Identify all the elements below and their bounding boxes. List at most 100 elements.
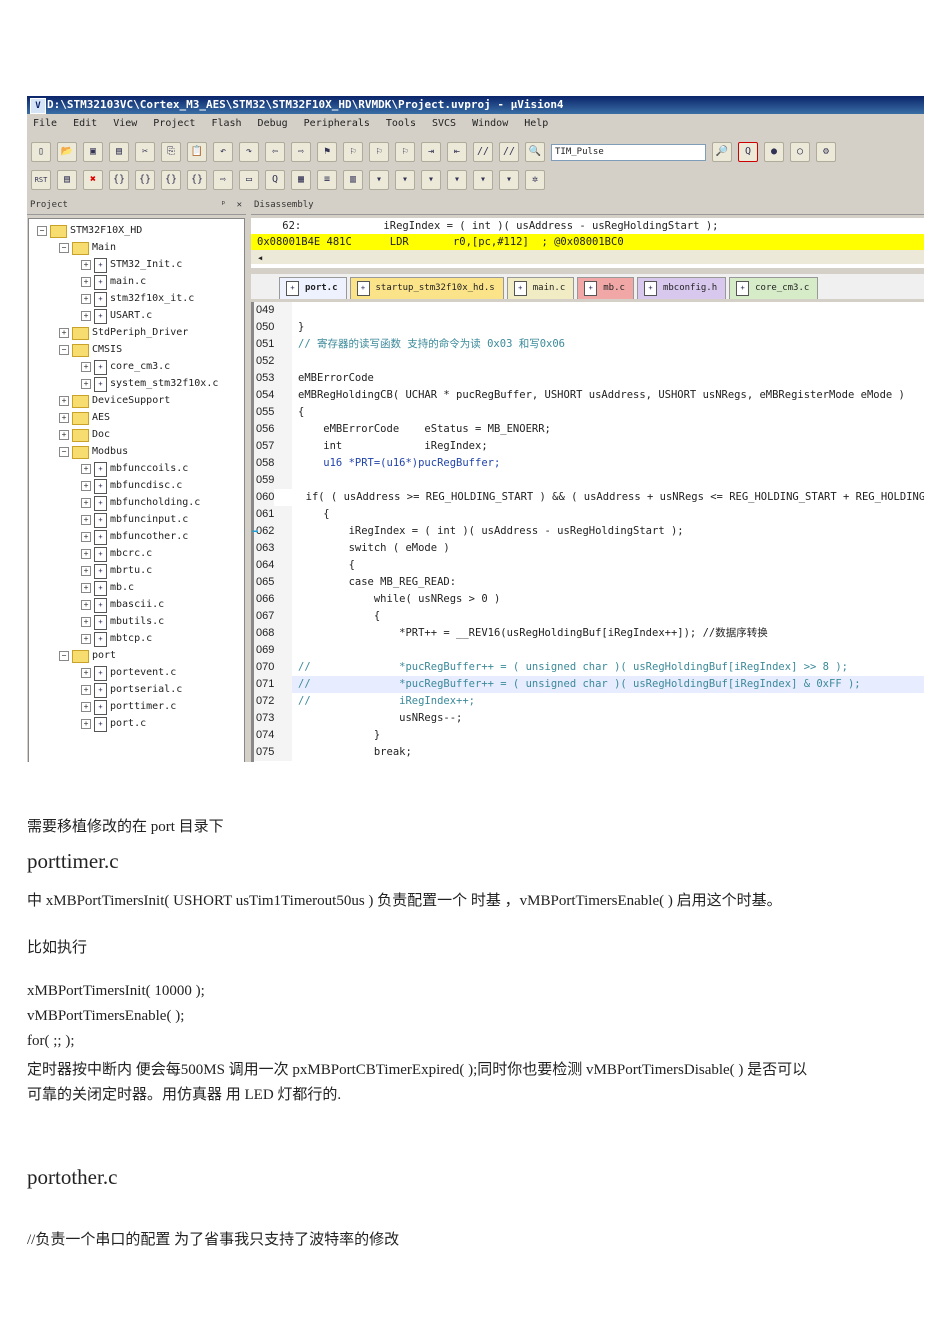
cut-icon[interactable]: ✂ [135,142,155,162]
menu-item-peripherals[interactable]: Peripherals [304,118,370,129]
close-icon[interactable]: ✕ [237,197,242,214]
new-file-icon[interactable]: ▯ [31,142,51,162]
disassembly-window-icon[interactable]: Q [265,170,285,190]
memory-window-icon[interactable]: ▾ [395,170,415,190]
tree-item[interactable]: + + core_cm3.c [81,359,170,375]
tab-mb-c[interactable]: + mb.c [577,277,634,299]
tree-item[interactable]: + + mbutils.c [81,614,164,630]
collapse-icon[interactable]: − [59,651,69,661]
step-into-icon[interactable]: {} [109,170,129,190]
tree-item[interactable]: + + STM32_Init.c [81,257,182,273]
breakpoint-icon[interactable]: ● [764,142,784,162]
uncomment-icon[interactable]: // [499,142,519,162]
expand-icon[interactable]: + [81,464,91,474]
tree-item[interactable]: − CMSIS [59,342,122,358]
comment-icon[interactable]: // [473,142,493,162]
watch-window-icon[interactable]: ▾ [369,170,389,190]
tree-item[interactable]: + + porttimer.c [81,699,176,715]
tree-item[interactable]: + + portserial.c [81,682,182,698]
next-bookmark-icon[interactable]: ⚐ [369,142,389,162]
registers-window-icon[interactable]: ≡ [317,170,337,190]
expand-icon[interactable]: + [81,668,91,678]
tab-core-cm3-c[interactable]: + core_cm3.c [729,277,819,299]
expand-icon[interactable]: + [81,702,91,712]
expand-icon[interactable]: + [81,311,91,321]
expand-icon[interactable]: + [59,430,69,440]
tree-item[interactable]: + + main.c [81,274,146,290]
collapse-icon[interactable]: − [59,447,69,457]
tree-item[interactable]: + + mbfuncother.c [81,529,188,545]
command-window-icon[interactable]: ▭ [239,170,259,190]
tree-item[interactable]: + DeviceSupport [59,393,170,409]
tree-item[interactable]: + + mbcrc.c [81,546,152,562]
show-next-icon[interactable]: ⇨ [213,170,233,190]
unindent-icon[interactable]: ⇤ [447,142,467,162]
menu-item-flash[interactable]: Flash [211,118,241,129]
tree-item[interactable]: − Modbus [59,444,128,460]
expand-icon[interactable]: + [81,277,91,287]
expand-icon[interactable]: + [81,583,91,593]
save-all-icon[interactable]: ▤ [109,142,129,162]
tab-port-c[interactable]: + port.c [279,277,347,299]
expand-icon[interactable]: + [81,617,91,627]
expand-icon[interactable]: + [81,532,91,542]
collapse-icon[interactable]: − [59,243,69,253]
stop-icon[interactable]: ✖ [83,170,103,190]
tree-item[interactable]: + Doc [59,427,110,443]
forward-icon[interactable]: ⇨ [291,142,311,162]
redo-icon[interactable]: ↷ [239,142,259,162]
menu-item-file[interactable]: File [33,118,57,129]
tab-main-c[interactable]: + main.c [506,277,575,299]
code-editor[interactable]: 049 050} 051// 寄存器的读写函数 支持的命令为读 0x03 和写0x0… [251,302,924,762]
collapse-icon[interactable]: − [37,226,47,236]
call-stack-icon[interactable]: ▥ [343,170,363,190]
find-icon[interactable]: 🔎 [712,142,732,162]
collapse-icon[interactable]: − [59,345,69,355]
tree-item[interactable]: − STM32F10X_HD [37,223,142,239]
tree-item[interactable]: + + mbtcp.c [81,631,152,647]
save-icon[interactable]: ▣ [83,142,103,162]
expand-icon[interactable]: + [81,549,91,559]
paste-icon[interactable]: 📋 [187,142,207,162]
copy-icon[interactable]: ⎘ [161,142,181,162]
pin-icon[interactable]: ᵖ [221,197,226,214]
tree-item[interactable]: + + mbrtu.c [81,563,152,579]
analysis-window-icon[interactable]: ▾ [447,170,467,190]
toolbox-icon[interactable]: ✲ [525,170,545,190]
tree-item[interactable]: + + stm32f10x_it.c [81,291,194,307]
tree-item[interactable]: − port [59,648,116,664]
step-out-icon[interactable]: {} [161,170,181,190]
tree-item[interactable]: + + mbfuncholding.c [81,495,200,511]
menu-item-debug[interactable]: Debug [258,118,288,129]
trace-window-icon[interactable]: ▾ [473,170,493,190]
configure-icon[interactable]: ⚙ [816,142,836,162]
expand-icon[interactable]: + [81,719,91,729]
menu-item-tools[interactable]: Tools [386,118,416,129]
menu-item-svcs[interactable]: SVCS [432,118,456,129]
debug-session-icon[interactable]: Q [738,142,758,162]
indent-icon[interactable]: ⇥ [421,142,441,162]
expand-icon[interactable]: + [59,413,69,423]
tree-item[interactable]: + StdPeriph_Driver [59,325,188,341]
reset-icon[interactable]: RST [31,170,51,190]
disassembly-scrollbar[interactable]: ◂ [251,250,924,264]
menu-item-help[interactable]: Help [524,118,548,129]
menu-item-window[interactable]: Window [472,118,508,129]
serial-window-icon[interactable]: ▾ [421,170,441,190]
tree-item[interactable]: + + port.c [81,716,146,732]
expand-icon[interactable]: + [81,566,91,576]
kill-breakpoints-icon[interactable]: ○ [790,142,810,162]
tree-item[interactable]: + + system_stm32f10x.c [81,376,218,392]
tree-item[interactable]: + + mbfuncdisc.c [81,478,182,494]
find-combo[interactable]: TIM_Pulse [551,143,706,161]
prev-bookmark-icon[interactable]: ⚐ [343,142,363,162]
expand-icon[interactable]: + [81,362,91,372]
undo-icon[interactable]: ↶ [213,142,233,162]
expand-icon[interactable]: + [81,634,91,644]
tab-startup-stm32f10x-hd-s[interactable]: + startup_stm32f10x_hd.s [349,277,504,299]
clear-bookmarks-icon[interactable]: ⚐ [395,142,415,162]
system-viewer-icon[interactable]: ▾ [499,170,519,190]
tree-item[interactable]: + + mbascii.c [81,597,164,613]
bookmark-icon[interactable]: ⚑ [317,142,337,162]
expand-icon[interactable]: + [59,396,69,406]
